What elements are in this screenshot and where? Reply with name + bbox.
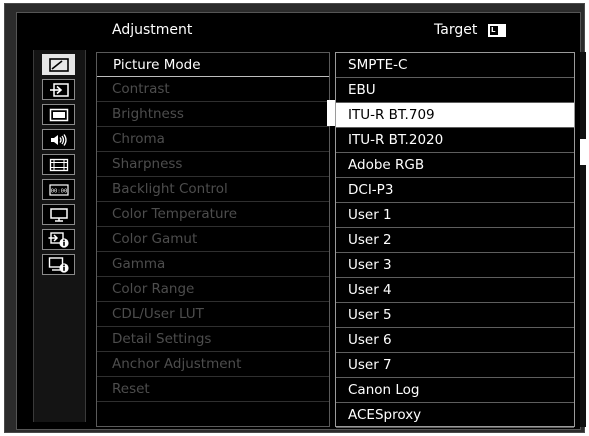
scrollbar[interactable] <box>580 52 586 427</box>
option-user-7[interactable]: User 7 <box>336 353 574 378</box>
menu-item-reset[interactable]: Reset <box>96 377 330 402</box>
monitor-icon[interactable] <box>42 204 75 225</box>
option-acesproxy[interactable]: ACESproxy <box>336 403 574 428</box>
option-smpte-c[interactable]: SMPTE-C <box>336 53 574 78</box>
option-user-3[interactable]: User 3 <box>336 253 574 278</box>
option-user-4[interactable]: User 4 <box>336 278 574 303</box>
input-info-icon[interactable] <box>42 229 75 250</box>
sidebar: 00:00 <box>33 50 86 422</box>
menu-item-gamma[interactable]: Gamma <box>96 252 330 277</box>
timecode-icon[interactable]: 00:00 <box>42 179 75 200</box>
option-user-6[interactable]: User 6 <box>336 328 574 353</box>
option-canon-log[interactable]: Canon Log <box>336 378 574 403</box>
target-label: Target <box>434 22 478 38</box>
menu-item-picture-mode[interactable]: Picture Mode <box>96 52 330 77</box>
input-icon[interactable] <box>42 79 75 100</box>
target-left-icon: L <box>487 23 506 37</box>
menu-item-brightness[interactable]: Brightness <box>96 102 330 127</box>
menu-item-color-temperature[interactable]: Color Temperature <box>96 202 330 227</box>
option-ebu[interactable]: EBU <box>336 78 574 103</box>
menu-item-detail-settings[interactable]: Detail Settings <box>96 327 330 352</box>
option-dci-p3[interactable]: DCI-P3 <box>336 178 574 203</box>
menu-item-cdl-user-lut[interactable]: CDL/User LUT <box>96 302 330 327</box>
option-user-5[interactable]: User 5 <box>336 303 574 328</box>
option-itu-r-bt-2020[interactable]: ITU-R BT.2020 <box>336 128 574 153</box>
page-title: Adjustment <box>112 22 193 38</box>
option-itu-r-bt-709[interactable]: ITU-R BT.709 <box>336 103 574 128</box>
menu-item-empty <box>96 402 330 427</box>
picture-mode-options: SMPTE-C EBU ITU-R BT.709 ITU-R BT.2020 Adobe… <box>335 52 575 428</box>
menu-item-color-range[interactable]: Color Range <box>96 277 330 302</box>
audio-icon[interactable] <box>42 129 75 150</box>
option-user-1[interactable]: User 1 <box>336 203 574 228</box>
menu-item-contrast[interactable]: Contrast <box>96 77 330 102</box>
picture-adjust-icon[interactable] <box>42 54 75 75</box>
selection-marker-left <box>327 100 335 126</box>
menu-item-chroma[interactable]: Chroma <box>96 127 330 152</box>
osd-panel: Adjustment Target L 00:00 Picture Mode C… <box>16 12 586 430</box>
monitor-info-icon[interactable] <box>42 254 75 275</box>
menu-item-backlight-control[interactable]: Backlight Control <box>96 177 330 202</box>
marker-icon[interactable] <box>42 154 75 175</box>
option-user-2[interactable]: User 2 <box>336 228 574 253</box>
menu-item-sharpness[interactable]: Sharpness <box>96 152 330 177</box>
svg-text:00:00: 00:00 <box>50 188 67 194</box>
monitor-osd-frame: Adjustment Target L 00:00 Picture Mode C… <box>4 3 586 433</box>
menu-item-color-gamut[interactable]: Color Gamut <box>96 227 330 252</box>
scroll-thumb[interactable] <box>580 139 586 165</box>
option-adobe-rgb[interactable]: Adobe RGB <box>336 153 574 178</box>
display-icon[interactable] <box>42 104 75 125</box>
adjustment-menu: Picture Mode Contrast Brightness Chroma Shar… <box>96 52 330 427</box>
target-letter: L <box>489 25 497 35</box>
target-indicator: Target L <box>434 13 506 48</box>
menu-item-anchor-adjustment[interactable]: Anchor Adjustment <box>96 352 330 377</box>
